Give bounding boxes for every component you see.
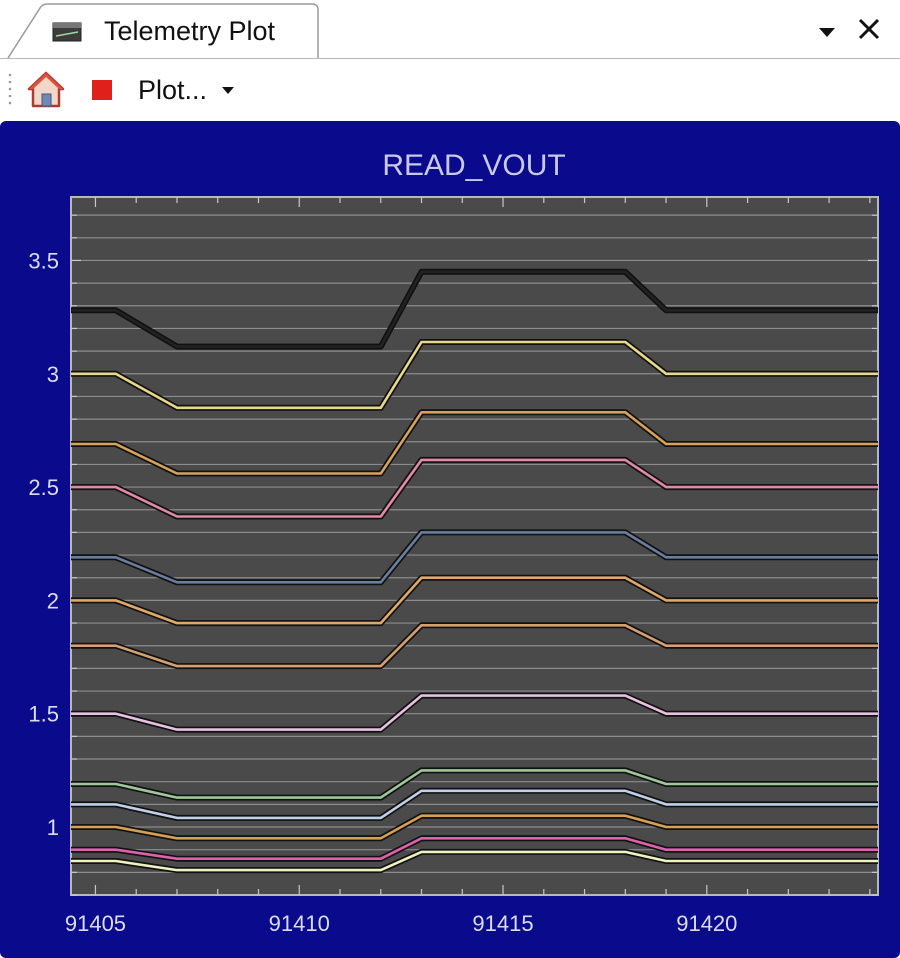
chevron-down-icon (222, 87, 235, 94)
y-tick-label: 1.5 (28, 702, 59, 727)
x-tick-label: 91415 (472, 911, 533, 936)
x-tick-label: 91420 (676, 911, 737, 936)
plot-area[interactable]: READ_VOUT 1 1.5 2 2.5 3 3.5 91405 91410 91415 914… (0, 121, 900, 958)
stop-icon[interactable] (90, 78, 114, 102)
plot-menu-button[interactable]: Plot... (138, 72, 235, 108)
x-tick-label: 91405 (65, 911, 126, 936)
home-icon[interactable] (26, 70, 66, 110)
plot-menu-label: Plot... (138, 74, 208, 105)
x-tick-label: 91410 (269, 911, 330, 936)
chevron-down-icon[interactable] (816, 24, 838, 40)
y-tick-label: 2.5 (28, 475, 59, 500)
y-tick-label: 1 (47, 815, 59, 840)
tab-title[interactable]: Telemetry Plot (104, 16, 275, 47)
tab-bar: Telemetry Plot (0, 0, 900, 59)
close-icon[interactable] (852, 12, 886, 46)
chart-svg: READ_VOUT 1 1.5 2 2.5 3 3.5 91405 91410 91415 914… (0, 121, 900, 958)
y-tick-label: 3 (47, 362, 59, 387)
plot-window-icon (52, 22, 82, 42)
chart-title: READ_VOUT (382, 149, 565, 182)
y-tick-label: 3.5 (28, 248, 59, 273)
toolbar-grip-icon[interactable] (7, 71, 13, 111)
toolbar (0, 59, 900, 121)
y-tick-label: 2 (47, 588, 59, 613)
